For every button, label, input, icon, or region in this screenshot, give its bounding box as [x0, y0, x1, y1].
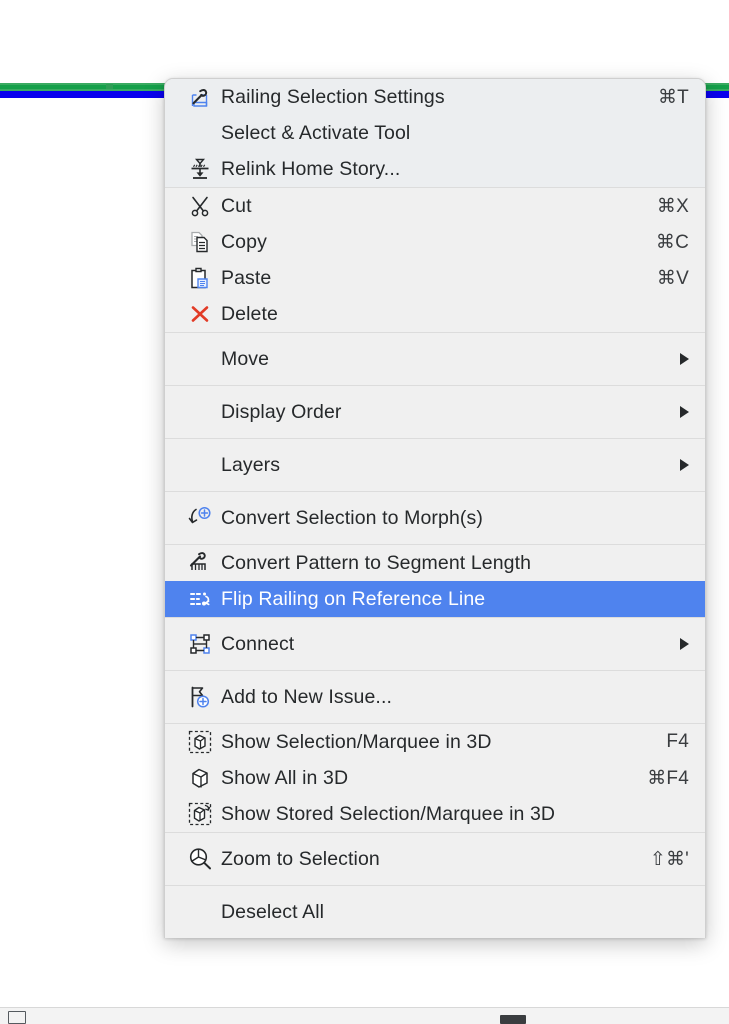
menu-item-display-order[interactable]: Display Order	[165, 386, 705, 438]
menu-item-label: Add to New Issue...	[221, 685, 392, 708]
menu-item-show-selection-marquee-in-3d[interactable]: Show Selection/Marquee in 3D F4	[165, 724, 705, 760]
menu-section: Move	[165, 332, 705, 385]
menu-item-flip-railing-on-reference-line[interactable]: Flip Railing on Reference Line	[165, 581, 705, 617]
menu-item-label: Cut	[221, 194, 252, 217]
menu-item-label: Zoom to Selection	[221, 847, 380, 870]
submenu-arrow-icon	[680, 459, 689, 471]
menu-item-move[interactable]: Move	[165, 333, 705, 385]
menu-item-zoom-to-selection[interactable]: Zoom to Selection ⇧⌘'	[165, 833, 705, 885]
clipboard-paste-icon	[187, 266, 213, 290]
menu-item-delete[interactable]: Delete	[165, 296, 705, 332]
menu-item-icon-empty	[187, 400, 213, 424]
relink-home-story-icon	[187, 157, 213, 181]
cube-dashed-icon	[187, 730, 213, 754]
menu-item-shortcut: ⌘F4	[647, 767, 689, 789]
menu-item-relink-home-story[interactable]: Relink Home Story...	[165, 151, 705, 187]
window-toolbar-icon	[500, 1015, 526, 1024]
menu-item-label: Paste	[221, 266, 272, 289]
menu-item-icon-empty	[187, 900, 213, 924]
menu-item-shortcut: ⌘T	[657, 86, 689, 108]
menu-item-label: Connect	[221, 632, 295, 655]
menu-item-icon-empty	[187, 347, 213, 371]
menu-item-paste[interactable]: Paste ⌘V	[165, 260, 705, 296]
menu-item-label: Flip Railing on Reference Line	[221, 587, 486, 610]
menu-item-label: Relink Home Story...	[221, 157, 401, 180]
menu-item-railing-selection-settings[interactable]: Railing Selection Settings ⌘T	[165, 79, 705, 115]
menu-item-convert-selection-to-morph-s[interactable]: Convert Selection to Morph(s)	[165, 492, 705, 544]
menu-item-shortcut: ⌘C	[655, 231, 689, 253]
menu-section: Railing Selection Settings ⌘T Select & Act…	[165, 79, 705, 187]
menu-section: Add to New Issue...	[165, 670, 705, 723]
menu-item-label: Move	[221, 347, 270, 370]
menu-item-shortcut: ⌘X	[656, 195, 689, 217]
menu-item-cut[interactable]: Cut ⌘X	[165, 188, 705, 224]
menu-item-label: Display Order	[221, 400, 342, 423]
add-issue-flag-icon	[187, 685, 213, 709]
convert-morph-icon	[187, 506, 213, 530]
menu-section: Zoom to Selection ⇧⌘'	[165, 832, 705, 885]
menu-item-label: Select & Activate Tool	[221, 121, 411, 144]
scissors-icon	[187, 194, 213, 218]
menu-item-label: Show Stored Selection/Marquee in 3D	[221, 802, 556, 825]
submenu-arrow-icon	[680, 353, 689, 365]
menu-item-icon-empty	[187, 453, 213, 477]
railing-settings-icon	[187, 85, 213, 109]
menu-item-label: Convert Selection to Morph(s)	[221, 506, 483, 529]
menu-item-label: Convert Pattern to Segment Length	[221, 551, 532, 574]
menu-item-layers[interactable]: Layers	[165, 439, 705, 491]
convert-pattern-icon	[187, 551, 213, 575]
menu-item-select-activate-tool[interactable]: Select & Activate Tool	[165, 115, 705, 151]
context-menu[interactable]: Railing Selection Settings ⌘T Select & Act…	[164, 78, 706, 938]
delete-x-icon	[187, 302, 213, 326]
menu-item-label: Copy	[221, 230, 267, 253]
menu-item-shortcut: F4	[666, 731, 689, 752]
railing-node-handle[interactable]	[106, 84, 113, 89]
submenu-arrow-icon	[680, 406, 689, 418]
menu-item-label: Show All in 3D	[221, 766, 349, 789]
menu-item-label: Deselect All	[221, 900, 325, 923]
menu-item-label: Railing Selection Settings	[221, 85, 445, 108]
menu-item-show-all-in-3d[interactable]: Show All in 3D ⌘F4	[165, 760, 705, 796]
menu-section: Show Selection/Marquee in 3D F4 Show All …	[165, 723, 705, 832]
menu-item-label: Layers	[221, 453, 281, 476]
menu-item-shortcut: ⇧⌘'	[649, 848, 689, 870]
menu-section: Display Order	[165, 385, 705, 438]
window-shape-icon	[8, 1011, 26, 1024]
menu-section: Convert Selection to Morph(s)	[165, 491, 705, 544]
menu-item-copy[interactable]: Copy ⌘C	[165, 224, 705, 260]
menu-section: Deselect All	[165, 885, 705, 938]
copy-icon	[187, 230, 213, 254]
menu-item-icon-empty	[187, 121, 213, 145]
menu-item-deselect-all[interactable]: Deselect All	[165, 886, 705, 938]
connect-nodes-icon	[187, 632, 213, 656]
menu-item-convert-pattern-to-segment-length[interactable]: Convert Pattern to Segment Length	[165, 545, 705, 581]
menu-item-label: Delete	[221, 302, 278, 325]
menu-item-show-stored-selection-marquee-in-3d[interactable]: Show Stored Selection/Marquee in 3D	[165, 796, 705, 832]
menu-item-shortcut: ⌘V	[656, 267, 689, 289]
menu-section: Convert Pattern to Segment Length Flip R…	[165, 544, 705, 617]
menu-section: Cut ⌘X Copy ⌘C Paste ⌘V Delete	[165, 187, 705, 332]
menu-item-add-to-new-issue[interactable]: Add to New Issue...	[165, 671, 705, 723]
cube-stored-icon	[187, 802, 213, 826]
zoom-selection-icon	[187, 847, 213, 871]
window-bottom-chrome	[0, 1007, 729, 1024]
menu-item-label: Show Selection/Marquee in 3D	[221, 730, 492, 753]
submenu-arrow-icon	[680, 638, 689, 650]
menu-section: Connect	[165, 617, 705, 670]
menu-section: Layers	[165, 438, 705, 491]
flip-railing-icon	[187, 587, 213, 611]
menu-item-connect[interactable]: Connect	[165, 618, 705, 670]
cube-icon	[187, 766, 213, 790]
